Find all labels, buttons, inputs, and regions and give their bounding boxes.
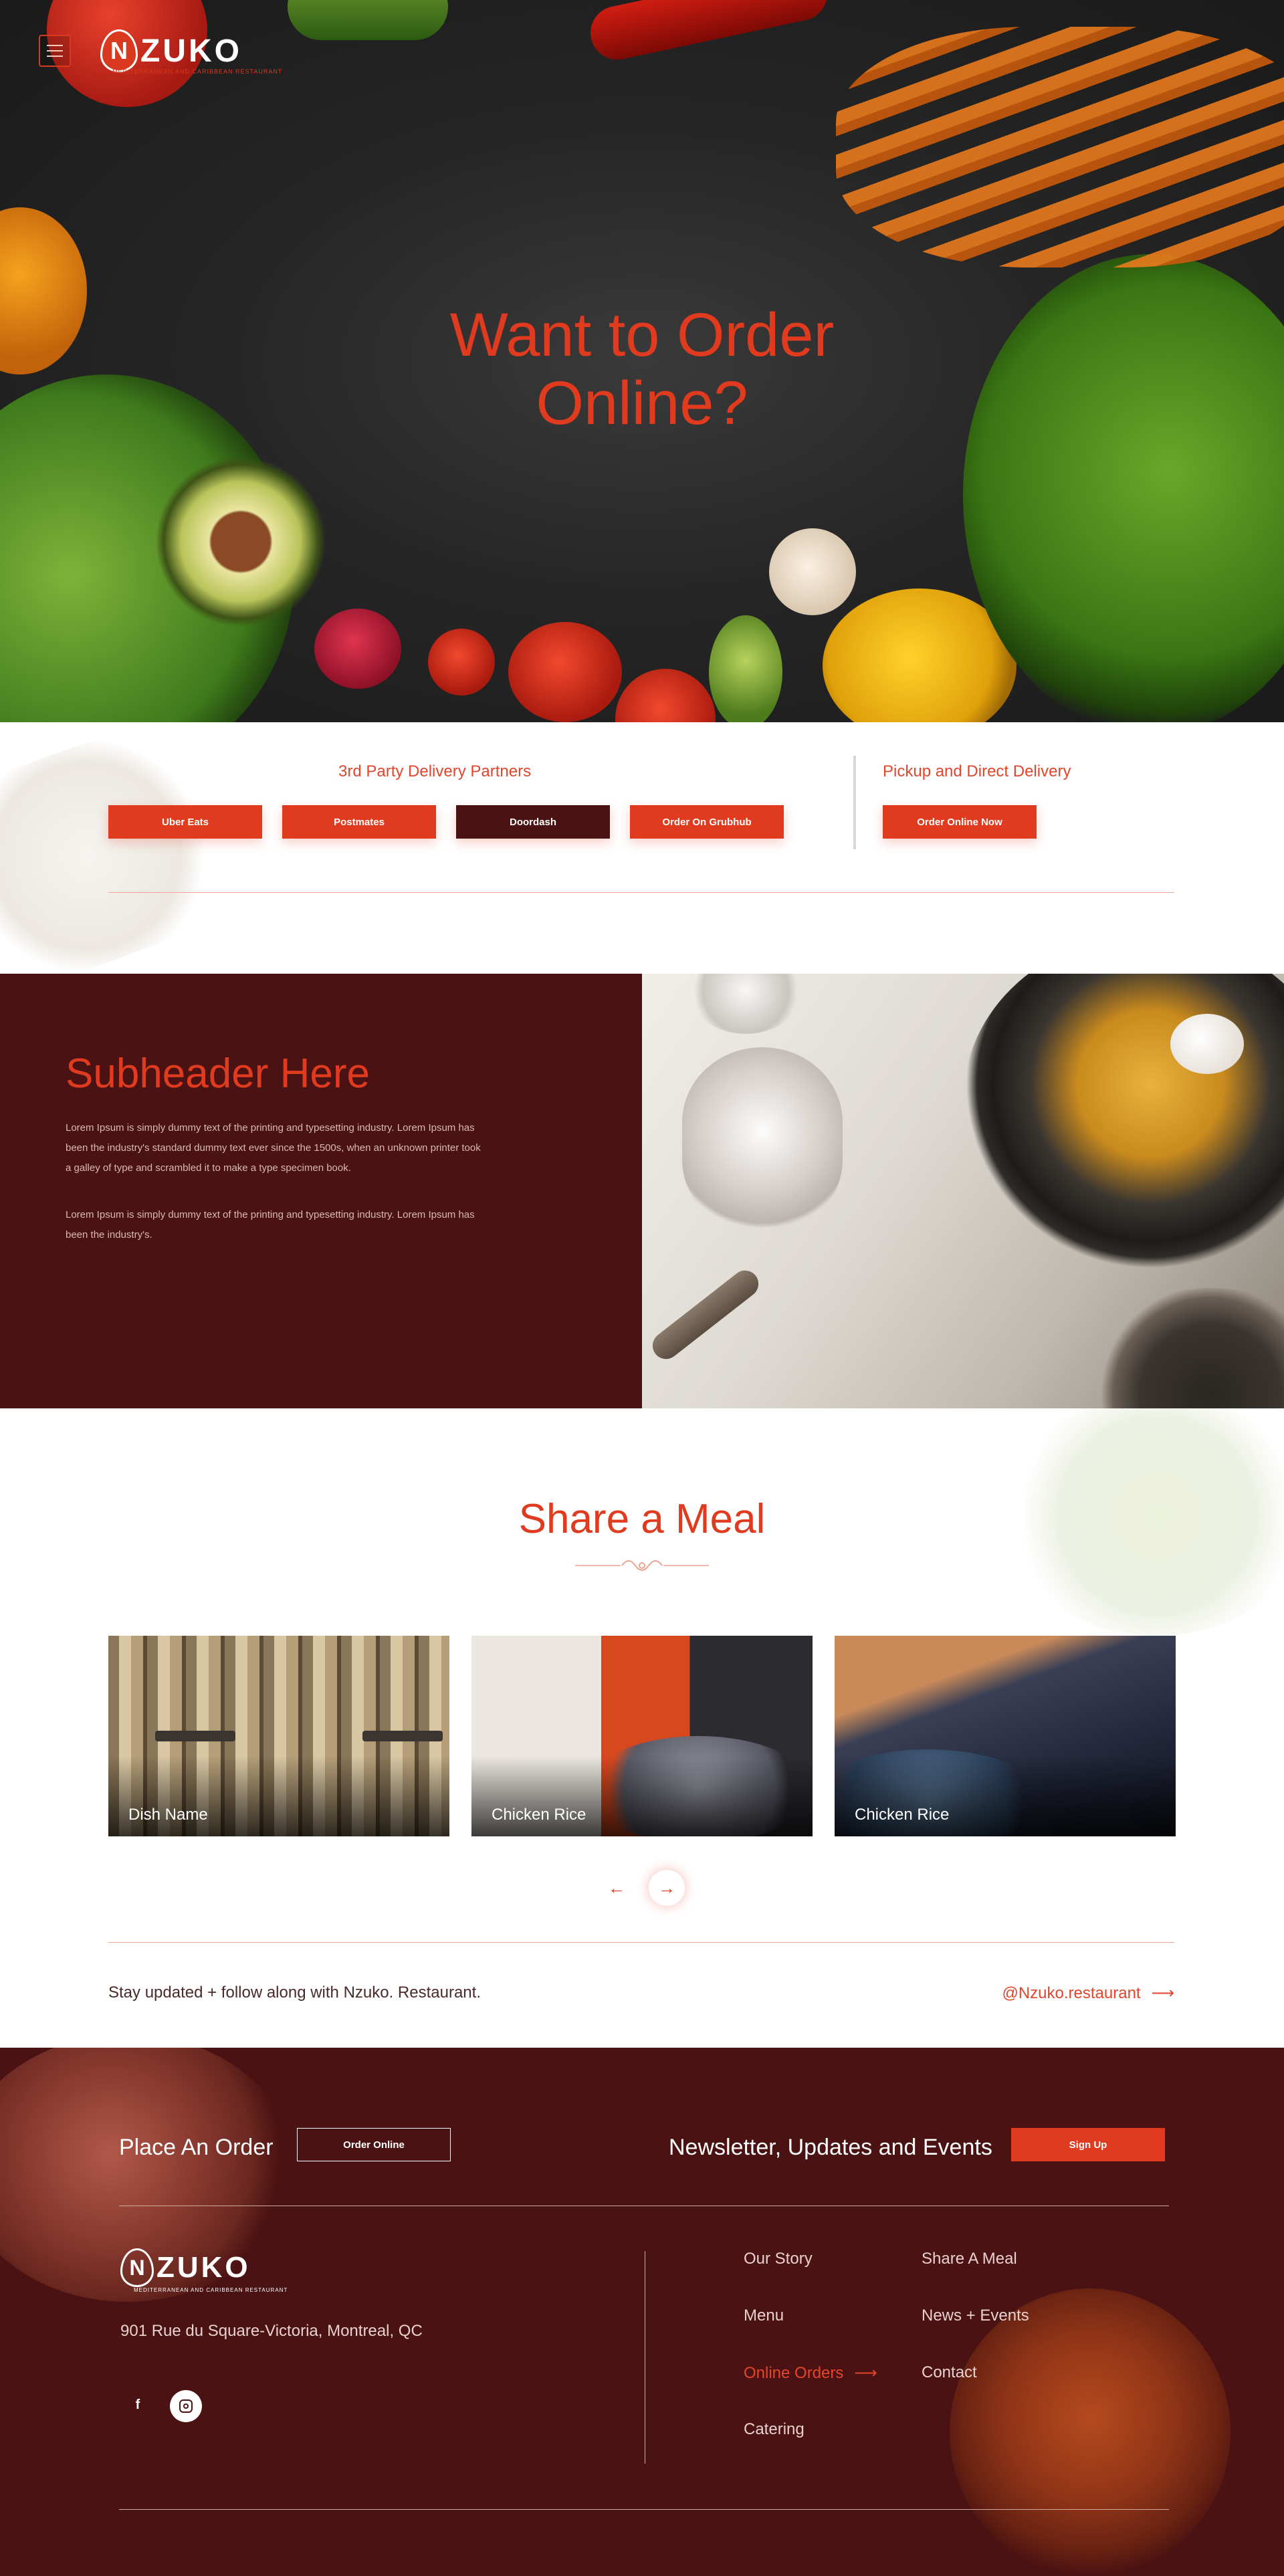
- avocado-image: [140, 455, 341, 629]
- arrow-left-icon: ←: [608, 1877, 625, 1898]
- burger-image: [950, 2288, 1230, 2576]
- chili-image: [585, 0, 833, 65]
- footer-link-online-orders[interactable]: Online Orders ⟶: [744, 2363, 877, 2383]
- hamburger-icon: [47, 45, 63, 46]
- divider-line: [108, 1942, 1174, 1943]
- footer-link-catering[interactable]: Catering: [744, 2420, 805, 2439]
- hero-section: N ZUKO MEDITERRANEAN AND CARIBBEAN RESTA…: [0, 0, 1284, 722]
- footer-link-our-story[interactable]: Our Story: [744, 2250, 813, 2268]
- card-label: Chicken Rice: [855, 1806, 950, 1824]
- share-a-meal-section: Share a Meal Dish Name Chicken Rice Chic…: [0, 1408, 1284, 2048]
- direct-delivery-label: Pickup and Direct Delivery: [883, 762, 1071, 780]
- tomato-right-image: [615, 669, 716, 722]
- arrow-right-icon: →: [658, 1877, 675, 1898]
- instagram-icon[interactable]: [170, 2390, 202, 2422]
- divider-line: [108, 892, 1174, 893]
- footer-logo[interactable]: N ZUKO MEDITERRANEAN AND CARIBBEAN RESTA…: [120, 2248, 287, 2293]
- about-paragraph-1: Lorem Ipsum is simply dummy text of the …: [66, 1122, 481, 1174]
- pasta-bowl-image: [963, 974, 1284, 1268]
- tomatoes-image: [508, 622, 622, 722]
- arrow-right-icon: ⟶: [1151, 1984, 1174, 2002]
- wine-glass-image: [689, 974, 802, 1034]
- carousel-next-button[interactable]: →: [649, 1870, 685, 1906]
- third-party-label: 3rd Party Delivery Partners: [338, 762, 532, 780]
- footer-link-menu[interactable]: Menu: [744, 2306, 784, 2325]
- link-label: Online Orders: [744, 2363, 844, 2382]
- uber-eats-button[interactable]: Uber Eats: [108, 805, 262, 839]
- instagram-handle-link[interactable]: @Nzuko.restaurant ⟶: [1002, 1983, 1174, 2003]
- tomato-small-image: [428, 629, 495, 695]
- sushi-image: [0, 722, 231, 974]
- carousel-prev-button[interactable]: ←: [599, 1870, 635, 1906]
- logo-tagline: MEDITERRANEAN AND CARIBBEAN RESTAURANT: [112, 68, 283, 75]
- logo-mark: N: [120, 2248, 154, 2287]
- about-paragraph-2: Lorem Ipsum is simply dummy text of the …: [66, 1209, 475, 1241]
- side-bowl-image: [1070, 1288, 1284, 1408]
- brand-logo[interactable]: N ZUKO MEDITERRANEAN AND CARIBBEAN RESTA…: [100, 27, 282, 75]
- grubhub-button[interactable]: Order On Grubhub: [630, 805, 784, 839]
- arrow-right-icon: ⟶: [854, 2364, 877, 2382]
- delivery-section: 3rd Party Delivery Partners Uber Eats Po…: [0, 722, 1284, 974]
- doordash-button[interactable]: Doordash: [456, 805, 610, 839]
- postmates-button[interactable]: Postmates: [282, 805, 436, 839]
- meal-title: Share a Meal: [518, 1496, 766, 1542]
- dish-card-2[interactable]: Chicken Rice: [471, 1636, 813, 1836]
- logo-word: ZUKO: [140, 33, 242, 69]
- hero-title: Want to Order Online?: [0, 301, 1284, 437]
- footer: Place An Order Order Online Newsletter, …: [0, 2048, 1284, 2576]
- about-section: Subheader Here Lorem Ipsum is simply dum…: [0, 974, 1284, 1408]
- sign-up-button[interactable]: Sign Up: [1011, 2128, 1165, 2161]
- place-order-heading: Place An Order: [119, 2135, 274, 2160]
- flourish-ornament: [575, 1560, 709, 1571]
- dish-card-1[interactable]: Dish Name: [108, 1636, 449, 1836]
- card-label: Chicken Rice: [492, 1806, 586, 1824]
- facebook-icon[interactable]: f: [122, 2389, 154, 2421]
- address: 901 Rue du Square-Victoria, Montreal, QC: [120, 2322, 423, 2340]
- logo-mark: N: [100, 29, 138, 72]
- handle-text: @Nzuko.restaurant: [1002, 1983, 1141, 2002]
- order-online-button[interactable]: Order Online: [297, 2128, 451, 2161]
- vertical-divider: [853, 756, 856, 849]
- footer-link-news-events[interactable]: News + Events: [922, 2306, 1029, 2325]
- food-photo: [642, 974, 1284, 1408]
- knife-image: [647, 1265, 764, 1365]
- footer-link-contact[interactable]: Contact: [922, 2363, 977, 2382]
- garlic-image: [769, 528, 856, 615]
- order-online-now-button[interactable]: Order Online Now: [883, 805, 1037, 839]
- stool-image: [155, 1731, 235, 1741]
- carrots-image: [836, 27, 1284, 267]
- hero-title-line1: Want to Order: [449, 301, 835, 369]
- card-label: Dish Name: [128, 1806, 208, 1824]
- newsletter-heading: Newsletter, Updates and Events: [669, 2135, 992, 2160]
- cream-dollop-image: [1170, 1014, 1244, 1074]
- cucumber-image: [288, 0, 448, 40]
- follow-text: Stay updated + follow along with Nzuko. …: [108, 1983, 481, 2002]
- radish-image: [314, 609, 401, 689]
- dish-card-3[interactable]: Chicken Rice: [835, 1636, 1176, 1836]
- stool-image-2: [362, 1731, 443, 1741]
- glass-image: [682, 1047, 843, 1235]
- footer-bottom-divider: [119, 2509, 1169, 2510]
- about-title: Subheader Here: [66, 1051, 370, 1097]
- logo-word: ZUKO: [156, 2251, 251, 2284]
- menu-button[interactable]: [39, 35, 71, 67]
- zucchini-image: [709, 615, 782, 722]
- logo-tagline: MEDITERRANEAN AND CARIBBEAN RESTAURANT: [134, 2287, 288, 2293]
- footer-link-share-a-meal[interactable]: Share A Meal: [922, 2250, 1017, 2268]
- hero-title-line2: Online?: [536, 369, 748, 437]
